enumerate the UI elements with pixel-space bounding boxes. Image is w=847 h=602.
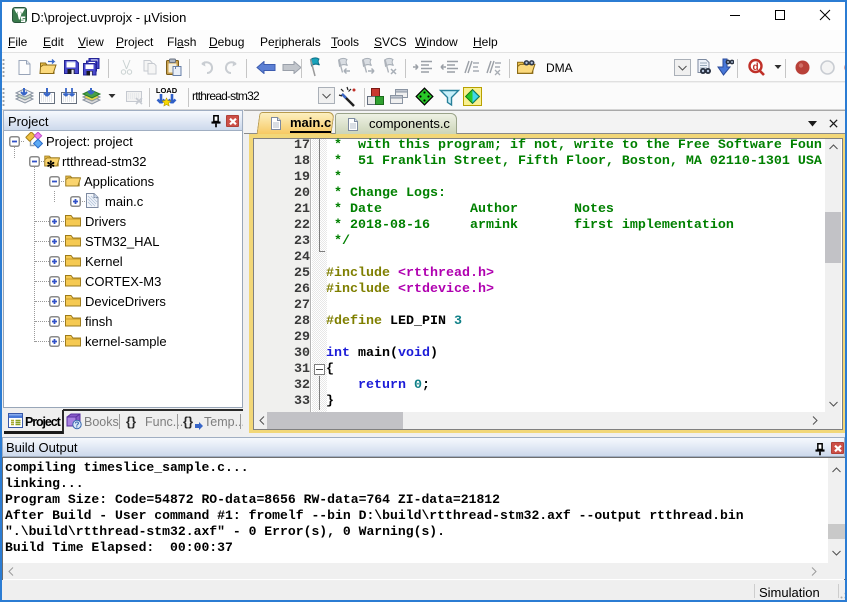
svg-text:✻: ✻ [47,160,55,169]
svg-text:LOAD: LOAD [156,86,178,95]
svg-text:?: ? [75,421,80,430]
svg-text:d: d [752,62,758,73]
